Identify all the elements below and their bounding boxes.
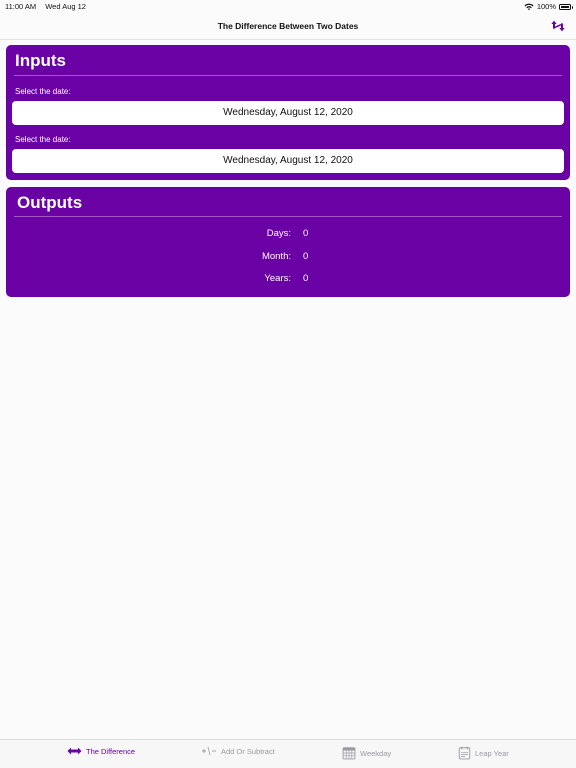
inputs-divider (14, 75, 562, 76)
years-value: 0 (303, 273, 309, 284)
wifi-icon (524, 3, 534, 10)
nav-bar: The Difference Between Two Dates (0, 13, 576, 40)
tab-add-or-subtract-label: Add Or Subtract (221, 746, 275, 756)
calendar-icon (342, 746, 356, 760)
battery-icon (559, 3, 573, 10)
outputs-divider (14, 216, 562, 217)
calendar-page-icon (458, 746, 471, 760)
outputs-card: Outputs Days: 0 Month: 0 Years: 0 (6, 187, 570, 297)
status-date: Wed Aug 12 (45, 2, 86, 11)
tab-weekday[interactable]: Weekday (342, 746, 391, 760)
tab-weekday-label: Weekday (360, 748, 392, 758)
status-left: 11:00 AM Wed Aug 12 (5, 2, 86, 11)
tab-the-difference[interactable]: The Difference (67, 746, 135, 756)
second-date-picker[interactable]: Wednesday, August 12, 2020 (12, 149, 564, 173)
status-time: 11:00 AM (5, 2, 37, 11)
days-value: 0 (303, 228, 309, 239)
output-row-month: Month: 0 (6, 251, 570, 265)
years-label: Years: (264, 273, 291, 284)
battery-percent: 100% (536, 2, 556, 11)
battery-fill (561, 5, 569, 8)
page-title: The Difference Between Two Dates (217, 21, 359, 31)
first-date-label: Select the date: (15, 87, 71, 96)
output-row-years: Years: 0 (6, 273, 570, 287)
tab-leap-year-label: Leap Year (475, 748, 509, 758)
double-arrow-icon (67, 746, 82, 756)
tab-add-or-subtract[interactable]: Add Or Subtract (201, 746, 275, 756)
output-row-days: Days: 0 (6, 228, 570, 242)
tab-the-difference-label: The Difference (86, 746, 136, 756)
second-date-label: Select the date: (15, 135, 71, 144)
month-label: Month: (261, 251, 291, 262)
inputs-card: Inputs Select the date: Wednesday, Augus… (6, 45, 570, 180)
outputs-title: Outputs (17, 193, 83, 212)
tab-bar: The Difference Add Or Subtract Weekday L… (0, 739, 576, 768)
first-date-picker[interactable]: Wednesday, August 12, 2020 (12, 101, 564, 125)
status-bar: 11:00 AM Wed Aug 12 100% (0, 0, 576, 12)
month-value: 0 (303, 251, 309, 262)
plus-minus-icon (201, 746, 217, 756)
days-label: Days: (266, 228, 291, 239)
status-right: 100% (524, 2, 573, 11)
swap-arrows-icon[interactable] (550, 18, 566, 34)
tab-leap-year[interactable]: Leap Year (458, 746, 509, 760)
inputs-title: Inputs (15, 51, 66, 70)
